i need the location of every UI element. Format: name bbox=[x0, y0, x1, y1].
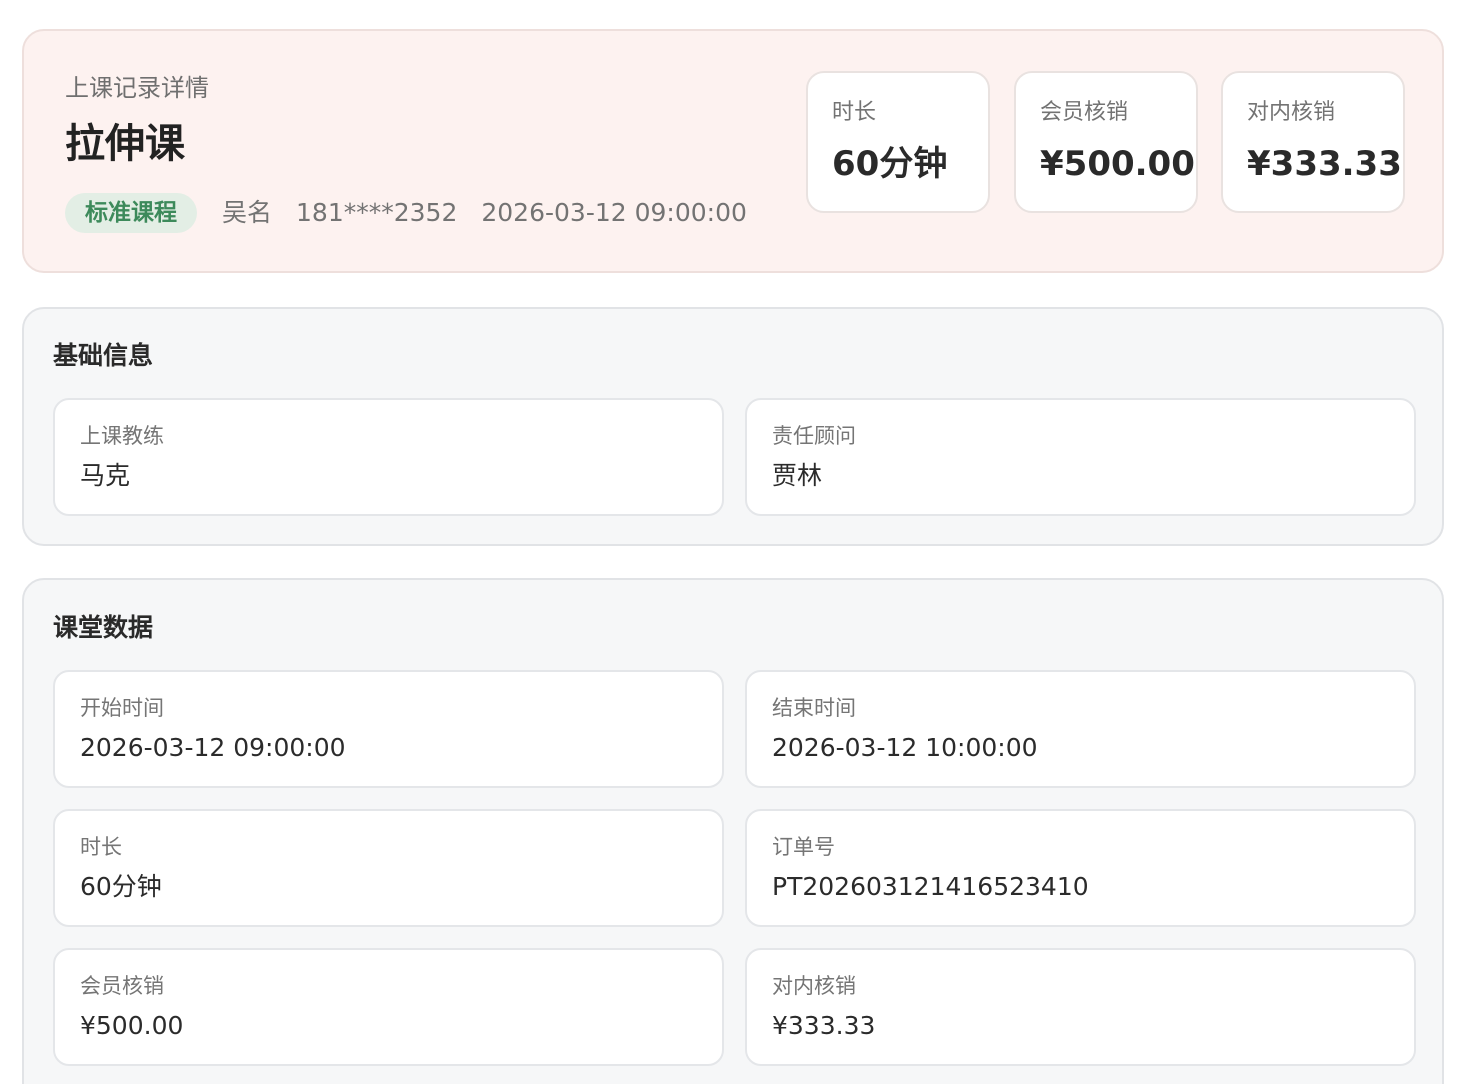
course-title: 拉伸课 bbox=[65, 121, 185, 167]
field-member-redemption: 会员核销 ¥500.00 bbox=[53, 948, 724, 1066]
record-summary-card: 上课记录详情 拉伸课 标准课程 吴名 181****2352 2026-03-1… bbox=[22, 29, 1444, 273]
class-data-section: 课堂数据 开始时间 2026-03-12 09:00:00 结束时间 2026-… bbox=[22, 578, 1444, 1084]
field-value: 60分钟 bbox=[80, 872, 162, 901]
stat-label: 会员核销 bbox=[1040, 100, 1129, 125]
field-label: 订单号 bbox=[772, 835, 835, 859]
field-start-time: 开始时间 2026-03-12 09:00:00 bbox=[53, 670, 724, 788]
field-label: 结束时间 bbox=[772, 696, 856, 720]
field-value: 贾林 bbox=[772, 461, 823, 490]
field-value: 2026-03-12 10:00:00 bbox=[772, 733, 1038, 762]
field-value: 马克 bbox=[80, 461, 131, 490]
section-title: 基础信息 bbox=[53, 341, 154, 370]
stat-value: ¥333.33 bbox=[1247, 144, 1402, 184]
field-label: 开始时间 bbox=[80, 696, 164, 720]
field-label: 对内核销 bbox=[772, 974, 856, 998]
field-value: 2026-03-12 09:00:00 bbox=[80, 733, 346, 762]
field-value: PT202603121416523410 bbox=[772, 872, 1089, 901]
field-internal-redemption: 对内核销 ¥333.33 bbox=[745, 948, 1416, 1066]
field-advisor: 责任顾问 贾林 bbox=[745, 398, 1416, 516]
field-label: 时长 bbox=[80, 835, 122, 859]
field-value: ¥500.00 bbox=[80, 1011, 184, 1040]
field-coach: 上课教练 马克 bbox=[53, 398, 724, 516]
record-meta-row: 标准课程 吴名 181****2352 2026-03-12 09:00:00 bbox=[65, 192, 747, 234]
basic-info-section: 基础信息 上课教练 马克 责任顾问 贾林 bbox=[22, 307, 1444, 546]
field-order-number: 订单号 PT202603121416523410 bbox=[745, 809, 1416, 927]
class-datetime: 2026-03-12 09:00:00 bbox=[481, 198, 747, 227]
field-end-time: 结束时间 2026-03-12 10:00:00 bbox=[745, 670, 1416, 788]
page-eyebrow: 上课记录详情 bbox=[65, 74, 209, 102]
stat-value: 60分钟 bbox=[832, 144, 948, 184]
field-label: 会员核销 bbox=[80, 974, 164, 998]
field-duration: 时长 60分钟 bbox=[53, 809, 724, 927]
field-label: 上课教练 bbox=[80, 424, 164, 448]
stat-label: 对内核销 bbox=[1247, 100, 1336, 125]
field-label: 责任顾问 bbox=[772, 424, 856, 448]
section-title: 课堂数据 bbox=[53, 613, 154, 642]
class-record-detail-page: 上课记录详情 拉伸课 标准课程 吴名 181****2352 2026-03-1… bbox=[0, 0, 1466, 1084]
stat-label: 时长 bbox=[832, 100, 877, 125]
stat-member-redemption: 会员核销 ¥500.00 bbox=[1014, 71, 1198, 213]
stat-internal-redemption: 对内核销 ¥333.33 bbox=[1221, 71, 1405, 213]
stat-duration: 时长 60分钟 bbox=[806, 71, 990, 213]
stat-value: ¥500.00 bbox=[1040, 144, 1195, 184]
member-phone: 181****2352 bbox=[296, 198, 458, 227]
course-type-badge: 标准课程 bbox=[65, 193, 197, 233]
member-name: 吴名 bbox=[222, 198, 273, 227]
field-value: ¥333.33 bbox=[772, 1011, 876, 1040]
